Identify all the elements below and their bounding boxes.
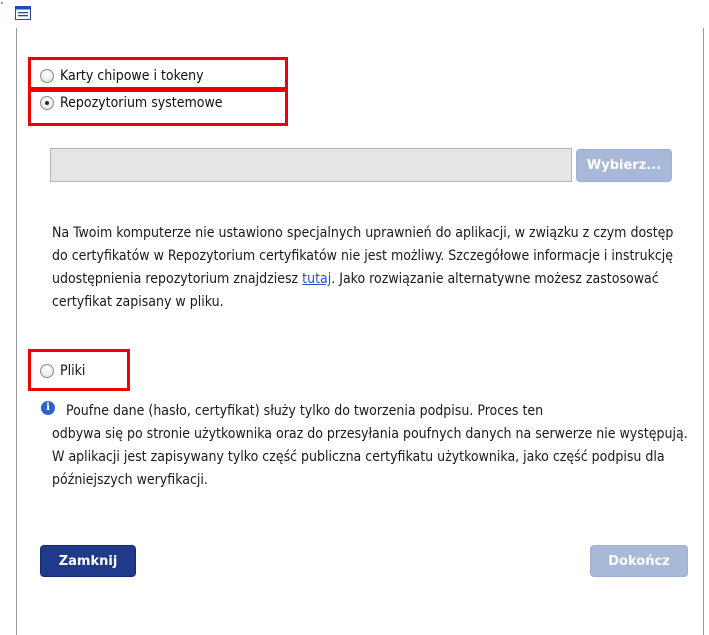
permissions-message: Na Twoim komputerze nie ustawiono specja… [52, 222, 692, 314]
smartcard-label: Karty chipowe i tokeny [60, 68, 204, 84]
option-files[interactable]: Pliki [40, 363, 85, 379]
system-repo-label: Repozytorium systemowe [60, 95, 223, 111]
files-radio[interactable] [40, 364, 54, 378]
info-note: Poufne dane (hasło, certyfikat) służy ty… [52, 400, 696, 492]
info-first-line: Poufne dane (hasło, certyfikat) służy ty… [66, 403, 544, 419]
choose-button[interactable]: Wybierz... [576, 149, 672, 182]
files-label: Pliki [60, 363, 86, 379]
close-button[interactable]: Zamknij [40, 545, 136, 577]
repository-path-field[interactable] [50, 148, 572, 182]
smartcard-radio[interactable] [40, 69, 54, 83]
finish-button[interactable]: Dokończ [590, 545, 688, 577]
corner-mark [1, 2, 3, 4]
option-smartcard[interactable]: Karty chipowe i tokeny [40, 68, 204, 84]
info-icon: i [41, 401, 55, 415]
dialog-left-border [16, 28, 17, 635]
option-system-repo[interactable]: Repozytorium systemowe [40, 95, 223, 111]
help-link[interactable]: tutaj [302, 271, 331, 287]
form-icon [15, 6, 31, 20]
info-rest: odbywa się po stronie użytkownika oraz d… [52, 426, 688, 488]
system-repo-radio[interactable] [40, 96, 54, 110]
dialog-right-border [703, 28, 704, 635]
